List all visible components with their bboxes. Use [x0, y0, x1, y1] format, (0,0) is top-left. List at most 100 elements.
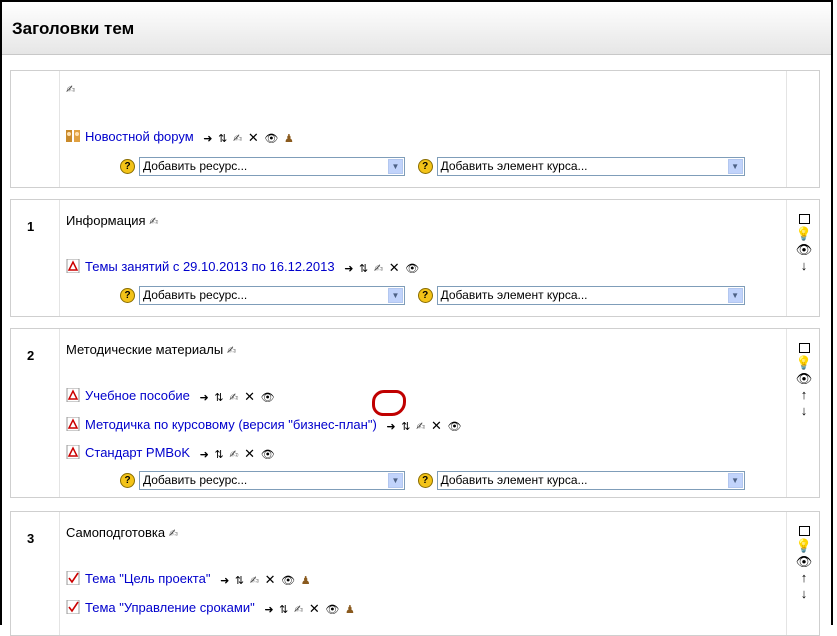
delete-icon[interactable]: ✕ — [265, 573, 276, 586]
eye-icon[interactable]: 👁 — [325, 604, 339, 616]
add-resource-select[interactable]: Добавить ресурс... ▼ — [139, 471, 405, 490]
section-controls — [786, 71, 819, 187]
move-right-icon[interactable]: ➜ — [264, 604, 273, 616]
red-annotation-circle — [372, 390, 406, 416]
move-icon[interactable]: ⇅ — [214, 392, 223, 404]
edit-icons: ➜ ⇅ ✍ ✕ 👁 — [386, 418, 463, 433]
section-number-cell: 3 — [11, 512, 59, 635]
move-icon[interactable]: ⇅ — [214, 449, 223, 461]
collapse-square-icon[interactable] — [794, 339, 814, 355]
edit-icons: ➜ ⇅ ✍ ✕ 👁 ♟ — [220, 572, 313, 587]
highlight-bulb-icon[interactable]: 💡 — [794, 538, 814, 554]
edit-icons: ➜ ⇅ ✍ ✕ 👁 ♟ — [264, 601, 357, 616]
eye-icon[interactable]: 👁 — [264, 133, 278, 145]
section-number: 2 — [27, 348, 35, 363]
resource-link[interactable]: Методичка по курсовому (версия "бизнес-п… — [85, 417, 377, 432]
section-3: 3 Самоподготовка ✍ Тема "Цель проекта" ➜… — [10, 511, 820, 636]
edit-summary-icon[interactable]: ✍ — [169, 527, 178, 540]
section-body: Информация ✍ Темы занятий с 29.10.2013 п… — [59, 200, 787, 316]
eye-icon[interactable]: 👁 — [447, 421, 461, 433]
arrow-up-icon[interactable]: ↑ — [794, 387, 814, 403]
arrow-down-icon[interactable]: ↓ — [794, 586, 814, 602]
help-icon[interactable]: ? — [417, 473, 433, 488]
help-icon[interactable]: ? — [417, 288, 433, 303]
arrow-up-icon[interactable]: ↑ — [794, 570, 814, 586]
edit-icon[interactable]: ✍ — [229, 392, 238, 404]
chevron-down-icon: ▼ — [388, 473, 403, 488]
collapse-square-icon[interactable] — [794, 210, 814, 226]
edit-icon[interactable]: ✍ — [250, 575, 259, 587]
move-icon[interactable]: ⇅ — [359, 263, 368, 275]
section-controls: 💡 👁 ↑ ↓ — [786, 512, 819, 635]
arrow-down-icon[interactable]: ↓ — [794, 403, 814, 419]
move-icon[interactable]: ⇅ — [235, 575, 244, 587]
resource-link[interactable]: Стандарт PMBoK — [85, 445, 190, 460]
eye-icon[interactable]: 👁 — [405, 263, 419, 275]
resource-link[interactable]: Новостной форум — [85, 129, 194, 144]
highlight-bulb-icon[interactable]: 💡 — [794, 355, 814, 371]
quiz-icon — [66, 599, 81, 615]
eye-icon[interactable]: 👁 — [261, 449, 275, 461]
forum-icon — [66, 129, 81, 143]
assign-roles-icon[interactable]: ♟ — [301, 575, 311, 587]
move-right-icon[interactable]: ➜ — [344, 263, 353, 275]
section-title: Информация — [66, 213, 146, 228]
help-icon[interactable]: ? — [120, 288, 135, 303]
edit-icons: ➜ ⇅ ✍ ✕ 👁 — [200, 389, 277, 404]
section-title: Самоподготовка — [66, 525, 166, 540]
delete-icon[interactable]: ✕ — [244, 390, 255, 403]
edit-icon[interactable]: ✍ — [233, 133, 242, 145]
highlight-bulb-icon[interactable]: 💡 — [794, 226, 814, 242]
edit-icon[interactable]: ✍ — [416, 421, 425, 433]
section-0: ✍ Новостной форум ➜ ⇅ ✍ ✕ 👁 ♟ ? Добавить … — [10, 70, 820, 188]
edit-summary-icon[interactable]: ✍ — [227, 344, 236, 357]
add-activity-select[interactable]: Добавить элемент курса... ▼ — [436, 471, 745, 490]
section-number-cell: 2 — [11, 329, 59, 497]
edit-summary-icon[interactable]: ✍ — [66, 83, 75, 96]
chevron-down-icon: ▼ — [727, 288, 743, 303]
move-right-icon[interactable]: ➜ — [220, 575, 229, 587]
eye-icon[interactable]: 👁 — [794, 554, 814, 570]
move-icon[interactable]: ⇅ — [401, 421, 410, 433]
quiz-icon — [66, 570, 81, 586]
resource-link[interactable]: Учебное пособие — [85, 388, 190, 403]
resource-link[interactable]: Тема "Управление сроками" — [85, 600, 255, 615]
move-right-icon[interactable]: ➜ — [200, 392, 209, 404]
move-icon[interactable]: ⇅ — [279, 604, 288, 616]
add-activity-select[interactable]: Добавить элемент курса... ▼ — [436, 157, 745, 176]
move-right-icon[interactable]: ➜ — [200, 449, 209, 461]
section-controls: 💡 👁 ↓ — [786, 200, 819, 316]
edit-icon[interactable]: ✍ — [294, 604, 303, 616]
edit-icon[interactable]: ✍ — [374, 263, 383, 275]
resource-link[interactable]: Тема "Цель проекта" — [85, 571, 210, 586]
delete-icon[interactable]: ✕ — [389, 261, 400, 274]
delete-icon[interactable]: ✕ — [431, 419, 442, 432]
move-right-icon[interactable]: ➜ — [203, 133, 212, 145]
add-resource-select[interactable]: Добавить ресурс... ▼ — [139, 157, 405, 176]
edit-summary-icon[interactable]: ✍ — [149, 215, 158, 228]
add-activity-select[interactable]: Добавить элемент курса... ▼ — [436, 286, 745, 305]
help-icon[interactable]: ? — [120, 473, 135, 488]
eye-icon[interactable]: 👁 — [281, 575, 295, 587]
eye-icon[interactable]: 👁 — [794, 242, 814, 258]
arrow-down-icon[interactable]: ↓ — [794, 258, 814, 274]
move-right-icon[interactable]: ➜ — [386, 421, 395, 433]
chevron-down-icon: ▼ — [727, 159, 743, 174]
assign-roles-icon[interactable]: ♟ — [284, 133, 294, 145]
eye-icon[interactable]: 👁 — [261, 392, 275, 404]
section-number: 3 — [27, 531, 35, 546]
delete-icon[interactable]: ✕ — [309, 602, 320, 615]
edit-icon[interactable]: ✍ — [229, 449, 238, 461]
delete-icon[interactable]: ✕ — [244, 447, 255, 460]
section-title: Методические материалы — [66, 342, 224, 357]
move-icon[interactable]: ⇅ — [218, 133, 227, 145]
section-body: Методические материалы ✍ Учебное пособие… — [59, 329, 787, 497]
delete-icon[interactable]: ✕ — [248, 131, 259, 144]
assign-roles-icon[interactable]: ♟ — [345, 604, 355, 616]
add-resource-select[interactable]: Добавить ресурс... ▼ — [139, 286, 405, 305]
help-icon[interactable]: ? — [120, 159, 135, 174]
resource-link[interactable]: Темы занятий с 29.10.2013 по 16.12.2013 — [85, 259, 335, 274]
eye-icon[interactable]: 👁 — [794, 371, 814, 387]
help-icon[interactable]: ? — [417, 159, 433, 174]
collapse-square-icon[interactable] — [794, 522, 814, 538]
